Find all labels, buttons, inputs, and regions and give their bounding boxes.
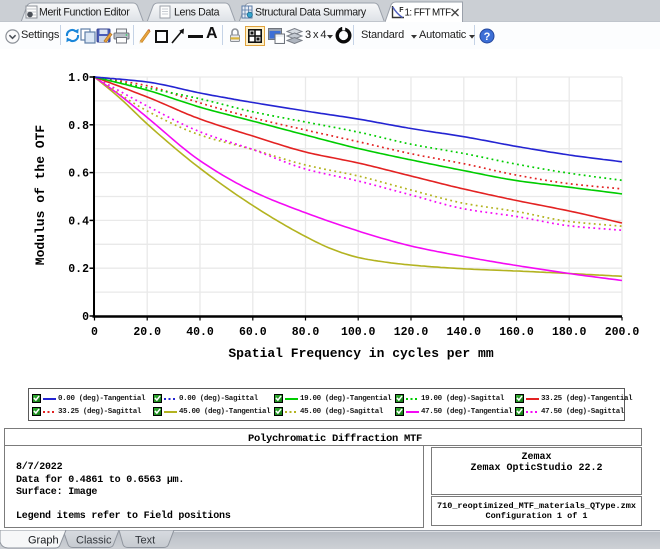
svg-text:0: 0 — [91, 326, 98, 339]
svg-text:Spatial Frequency in cycles pe: Spatial Frequency in cycles per mm — [228, 346, 493, 361]
svg-text:?: ? — [484, 31, 491, 43]
svg-text:140.0: 140.0 — [447, 326, 482, 339]
svg-text:0.6: 0.6 — [68, 168, 89, 181]
svg-text:0.8: 0.8 — [68, 120, 89, 133]
svg-text:Lens Data: Lens Data — [174, 7, 220, 19]
svg-text:Text: Text — [135, 535, 155, 547]
svg-text:Modulus of the OTF: Modulus of the OTF — [33, 125, 48, 266]
svg-text:0.4: 0.4 — [68, 215, 89, 228]
svg-text:80.0: 80.0 — [292, 326, 320, 339]
svg-text:60.0: 60.0 — [239, 326, 267, 339]
svg-text:200.0: 200.0 — [605, 326, 640, 339]
svg-text:1: FFT MTF: 1: FFT MTF — [405, 8, 452, 19]
svg-text:40.0: 40.0 — [186, 326, 214, 339]
svg-text:Graph: Graph — [28, 535, 59, 547]
svg-text:100.0: 100.0 — [341, 326, 376, 339]
svg-text:Classic: Classic — [76, 535, 112, 547]
svg-text:F: F — [399, 7, 404, 14]
svg-text:Structural Data Summary: Structural Data Summary — [255, 7, 367, 19]
svg-text:20.0: 20.0 — [133, 326, 161, 339]
svg-text:0: 0 — [82, 311, 89, 324]
svg-text:120.0: 120.0 — [394, 326, 429, 339]
svg-text:160.0: 160.0 — [499, 326, 534, 339]
svg-text:1.0: 1.0 — [68, 72, 89, 85]
svg-text:180.0: 180.0 — [552, 326, 587, 339]
svg-text:Merit Function Editor: Merit Function Editor — [39, 7, 130, 19]
svg-text:0.2: 0.2 — [68, 263, 89, 276]
